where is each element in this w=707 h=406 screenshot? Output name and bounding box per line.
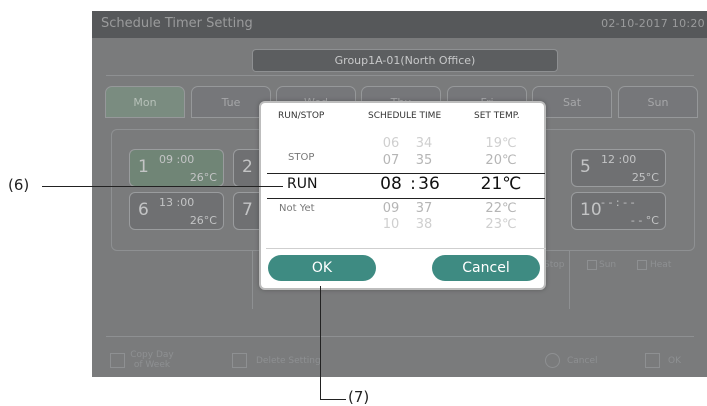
- tab-mon[interactable]: Mon: [105, 86, 185, 118]
- temp-option[interactable]: 20℃: [483, 153, 519, 168]
- timer-slot-10[interactable]: 10 - - : - - - - °C: [571, 192, 666, 230]
- slot-temp: - - °C: [630, 214, 659, 227]
- slot-number: 6: [138, 200, 149, 220]
- runstop-option-above[interactable]: STOP: [288, 152, 314, 163]
- slot-number: 1: [138, 157, 149, 177]
- minute-option[interactable]: 34: [413, 136, 435, 151]
- slot-number: 10: [580, 200, 602, 220]
- checkmark-icon: [645, 353, 660, 368]
- timer-slot-5[interactable]: 5 12 :00 25°C: [571, 149, 666, 187]
- cancel-button[interactable]: Cancel: [567, 356, 598, 366]
- hour-option[interactable]: 09: [381, 201, 401, 216]
- hour-option[interactable]: 07: [381, 153, 401, 168]
- slot-temp: 26°C: [189, 214, 217, 227]
- minute-option[interactable]: 35: [413, 153, 435, 168]
- runstop-option-below[interactable]: Not Yet: [279, 203, 315, 214]
- callout-6-label: (6): [8, 176, 30, 194]
- slot-temp: 26°C: [189, 171, 217, 184]
- minute-selected[interactable]: 36: [412, 174, 446, 194]
- schedule-edit-dialog: RUN/STOP SCHEDULE TIME SET TEMP. STOP RU…: [259, 101, 546, 290]
- slot-time: 09 :00: [159, 153, 195, 166]
- cancel-icon: [545, 353, 560, 368]
- group-selector[interactable]: Group1A-01(North Office): [252, 49, 558, 72]
- minute-option[interactable]: 37: [413, 201, 435, 216]
- timer-slot-1[interactable]: 1 09 :00 26°C: [129, 149, 224, 187]
- temp-option[interactable]: 19℃: [483, 136, 519, 151]
- tab-sun[interactable]: Sun: [618, 86, 698, 118]
- callout-7-label: (7): [348, 388, 370, 406]
- title-bar: Schedule Timer Setting 02-10-2017 10:20: [92, 11, 707, 38]
- checkbox-heat[interactable]: [637, 260, 647, 270]
- divider: [569, 251, 570, 309]
- date-time: 02-10-2017 10:20: [601, 17, 705, 30]
- divider: [106, 336, 694, 337]
- ok-button[interactable]: OK: [668, 356, 681, 366]
- option-stop-label: Stop: [544, 260, 565, 270]
- slot-time: 13 :00: [159, 196, 195, 209]
- slot-time: 12 :00: [601, 153, 637, 166]
- checkbox-sun[interactable]: [587, 260, 597, 270]
- hour-selected[interactable]: 08: [374, 174, 408, 194]
- slot-number: 5: [580, 157, 591, 177]
- divider: [266, 248, 546, 249]
- slot-number: 2: [242, 157, 253, 177]
- minute-option[interactable]: 38: [413, 217, 435, 232]
- callout-6-line: [42, 186, 283, 187]
- divider: [106, 75, 694, 76]
- temp-selected[interactable]: 21℃: [477, 174, 525, 194]
- screen-title: Schedule Timer Setting: [101, 16, 253, 31]
- header-schedule-time: SCHEDULE TIME: [368, 111, 442, 121]
- option-sun-label: Sun: [599, 260, 617, 270]
- selection-bottom-line: [267, 198, 545, 199]
- header-runstop: RUN/STOP: [278, 111, 325, 121]
- temp-option[interactable]: 22℃: [483, 201, 519, 216]
- selection-top-line: [267, 173, 545, 174]
- callout-7-line: [320, 286, 321, 400]
- timer-slot-6[interactable]: 6 13 :00 26°C: [129, 192, 224, 230]
- copy-day-button[interactable]: Copy Day of Week: [129, 350, 175, 370]
- slot-time: - - : - -: [601, 196, 635, 209]
- option-heat-label: Heat: [650, 260, 672, 270]
- delete-setting-button[interactable]: Delete Setting: [256, 356, 321, 366]
- header-set-temp: SET TEMP.: [474, 111, 520, 121]
- runstop-option-selected[interactable]: RUN: [287, 176, 317, 192]
- hour-option[interactable]: 06: [381, 136, 401, 151]
- copy-icon: [110, 353, 125, 368]
- delete-icon: [232, 353, 247, 368]
- slot-temp: 25°C: [631, 171, 659, 184]
- dialog-cancel-button[interactable]: Cancel: [432, 255, 540, 281]
- divider: [252, 251, 253, 309]
- dialog-ok-button[interactable]: OK: [268, 255, 376, 281]
- callout-7-line: [320, 399, 346, 400]
- hour-option[interactable]: 10: [381, 217, 401, 232]
- temp-option[interactable]: 23℃: [483, 217, 519, 232]
- slot-number: 7: [242, 200, 253, 220]
